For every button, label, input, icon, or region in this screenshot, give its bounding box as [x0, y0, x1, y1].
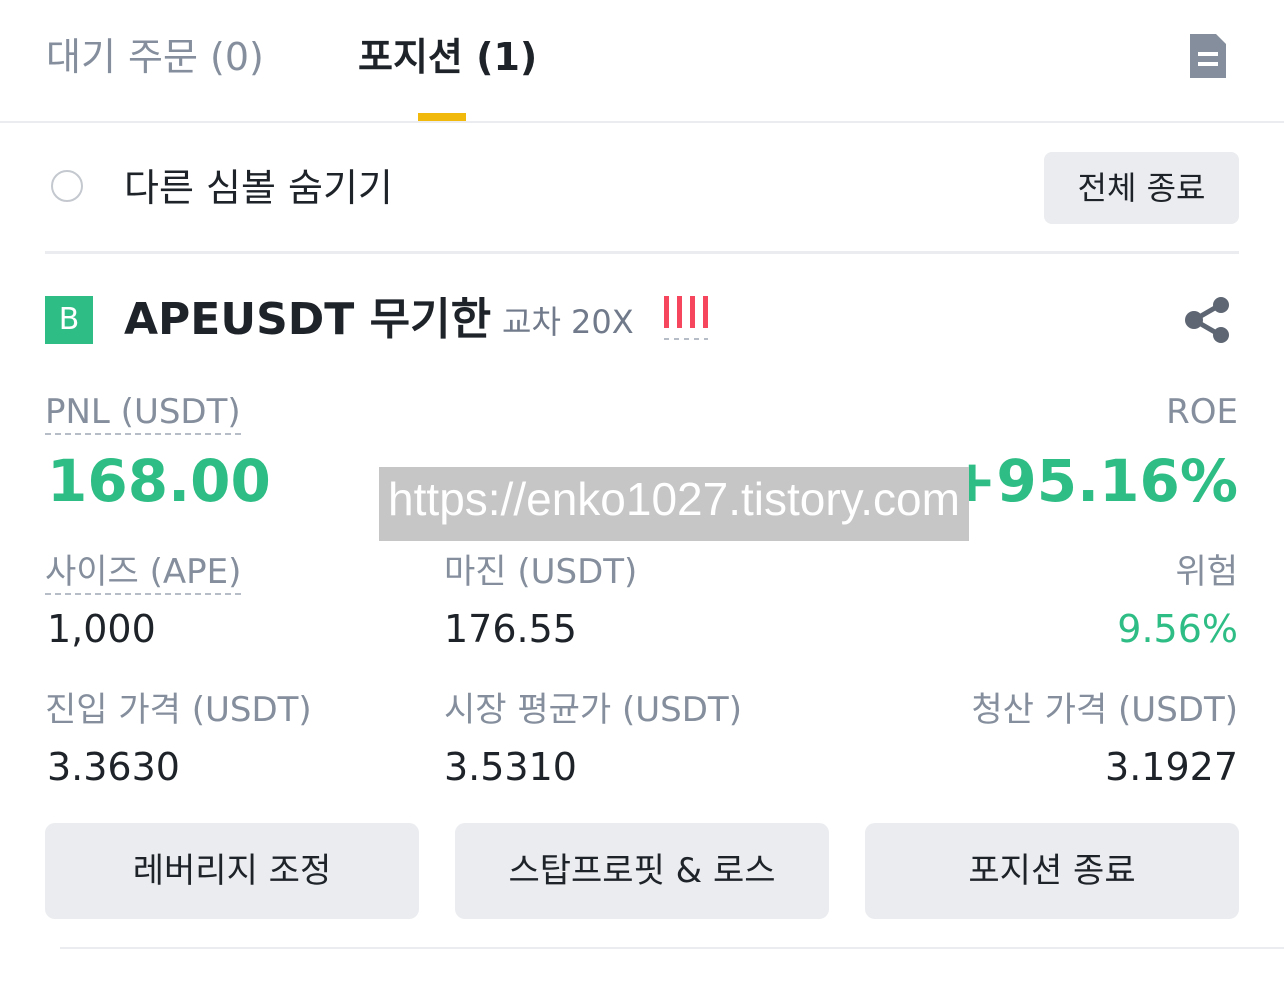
- roe-label: ROE: [1166, 392, 1238, 432]
- active-tab-indicator: [418, 113, 466, 121]
- risk-label: 위험: [1175, 552, 1238, 592]
- close-position-button[interactable]: 포지션 종료: [865, 823, 1239, 919]
- size-value: 1,000: [47, 607, 156, 651]
- margin-label: 마진 (USDT): [444, 552, 638, 592]
- tab-pending-orders[interactable]: 대기 주문 (0): [46, 32, 264, 82]
- size-label[interactable]: 사이즈 (APE): [45, 550, 242, 595]
- pnl-label[interactable]: PNL (USDT): [45, 390, 241, 435]
- mark-price-label: 시장 평균가 (USDT): [444, 690, 742, 730]
- liquidation-price-value: 3.1927: [1105, 745, 1238, 789]
- close-all-button[interactable]: 전체 종료: [1044, 152, 1239, 224]
- divider: [60, 947, 1284, 949]
- watermark: https://enko1027.tistory.com: [379, 467, 969, 541]
- divider: [45, 251, 1239, 254]
- margin-mode-leverage[interactable]: 교차 20X: [502, 300, 634, 344]
- risk-value: 9.56%: [1117, 607, 1238, 651]
- tp-sl-button[interactable]: 스탑프로핏 & 로스: [455, 823, 829, 919]
- share-icon[interactable]: [1184, 297, 1232, 343]
- margin-value: 176.55: [444, 607, 577, 651]
- hide-other-symbols-radio[interactable]: [51, 170, 83, 202]
- liquidation-price-label: 청산 가격 (USDT): [971, 690, 1238, 730]
- pnl-value: 168.00: [47, 447, 271, 515]
- risk-level-bars-icon[interactable]: [664, 296, 708, 342]
- entry-price-label: 진입 가격 (USDT): [45, 690, 312, 730]
- hide-other-symbols-label[interactable]: 다른 심볼 숨기기: [124, 164, 393, 212]
- side-badge: B: [45, 296, 93, 344]
- tab-positions[interactable]: 포지션 (1): [358, 32, 537, 82]
- entry-price-value: 3.3630: [47, 745, 180, 789]
- roe-value: +95.16%: [947, 447, 1238, 515]
- position-symbol[interactable]: APEUSDT 무기한: [124, 292, 491, 348]
- adjust-leverage-button[interactable]: 레버리지 조정: [45, 823, 419, 919]
- mark-price-value: 3.5310: [444, 745, 577, 789]
- document-icon[interactable]: [1190, 34, 1226, 78]
